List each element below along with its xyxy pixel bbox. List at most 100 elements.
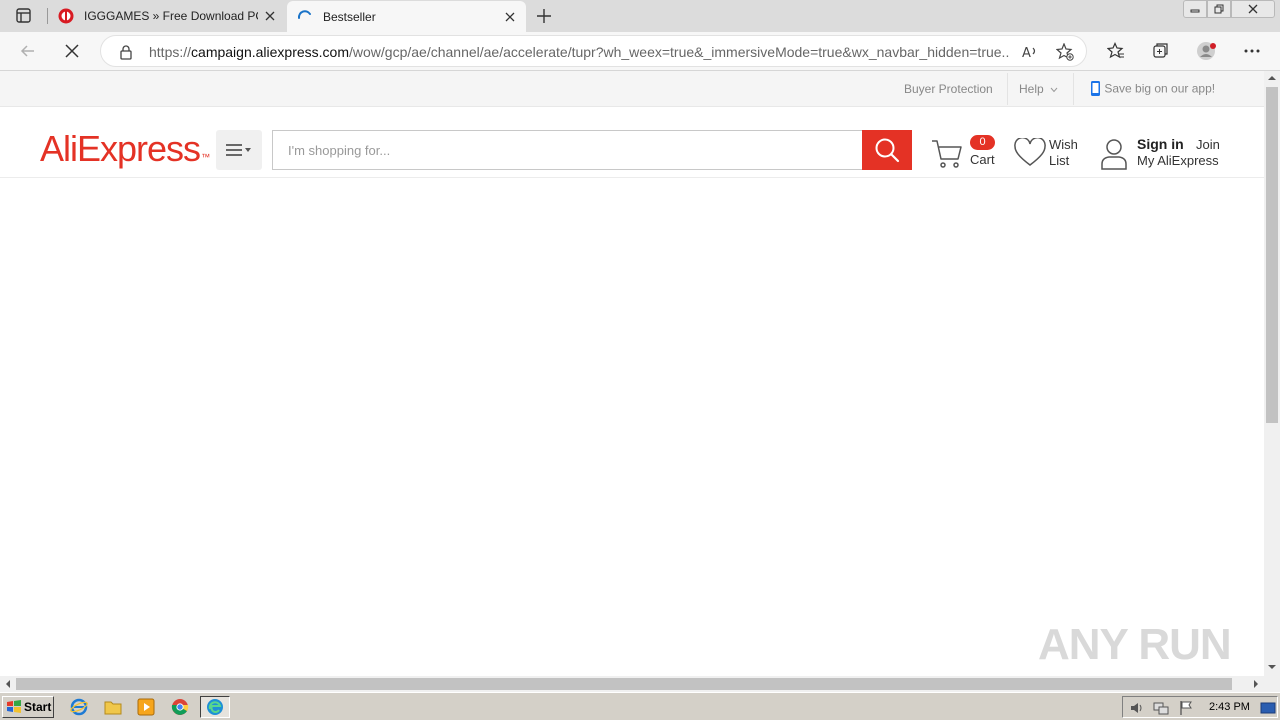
page-viewport: Buyer Protection Help Save big on our ap…: [0, 71, 1264, 676]
cart-label: Cart: [970, 152, 995, 167]
start-button[interactable]: Start: [2, 696, 54, 718]
minimize-icon: [1190, 9, 1200, 13]
tab-close-icon[interactable]: [498, 5, 522, 29]
loading-spinner-icon: [297, 9, 311, 19]
chevron-down-icon: [1050, 87, 1058, 93]
collections-button[interactable]: [1145, 37, 1175, 65]
tab-title: IGGGAMES » Free Download PC G: [84, 9, 258, 23]
minimize-button[interactable]: [1183, 0, 1207, 18]
cart-button[interactable]: 0 Cart: [930, 133, 1000, 173]
edge-icon: [207, 699, 223, 715]
close-icon: [65, 44, 79, 58]
windows-logo-icon: [7, 700, 21, 713]
network-icon[interactable]: [1153, 700, 1169, 716]
scroll-left-icon[interactable]: [1, 676, 15, 692]
logo-text: AliExpress: [40, 128, 201, 169]
cart-count-badge: 0: [970, 135, 995, 150]
read-aloud-icon[interactable]: A: [1020, 42, 1040, 62]
horizontal-scroll-thumb[interactable]: [16, 678, 1232, 690]
stop-loading-button[interactable]: [57, 37, 87, 65]
aliexpress-logo[interactable]: AliExpress™: [40, 128, 210, 169]
heart-icon: [1014, 138, 1046, 166]
tab-actions-button[interactable]: [8, 6, 38, 26]
volume-icon[interactable]: [1129, 700, 1145, 716]
scroll-right-icon[interactable]: [1249, 676, 1263, 692]
media-player-icon[interactable]: [137, 698, 155, 716]
start-label: Start: [24, 700, 52, 714]
sign-in-link[interactable]: Sign in: [1137, 136, 1184, 152]
browser-tab-strip: IGGGAMES » Free Download PC G Bestseller: [0, 0, 1280, 32]
anyrun-watermark: ANY RUN: [1038, 609, 1238, 673]
app-promo-label: Save big on our app!: [1104, 81, 1216, 96]
trademark-mark: ™: [201, 152, 210, 162]
flag-icon[interactable]: [1178, 700, 1194, 716]
tab-bestseller[interactable]: Bestseller: [287, 1, 526, 32]
favorites-star-icon: [1107, 42, 1124, 59]
phone-icon: [1091, 81, 1100, 96]
restore-icon: [1214, 4, 1224, 14]
user-icon: [1101, 139, 1127, 170]
lock-icon[interactable]: [116, 42, 136, 62]
tab-actions-icon: [16, 8, 31, 23]
more-horizontal-icon: [1244, 49, 1260, 53]
tab-igggames[interactable]: IGGGAMES » Free Download PC G: [48, 0, 286, 32]
system-tray: 2:43 PM: [1122, 696, 1278, 718]
url-prefix: https://: [149, 44, 192, 60]
scroll-up-icon[interactable]: [1264, 71, 1280, 85]
scroll-down-icon[interactable]: [1264, 660, 1280, 674]
back-button[interactable]: [13, 37, 43, 65]
close-icon: [1248, 4, 1258, 14]
search-button[interactable]: [862, 130, 912, 170]
hamburger-menu-icon: [226, 144, 251, 156]
search-icon: [875, 138, 900, 163]
plus-icon: [537, 9, 551, 23]
address-bar[interactable]: https://campaign.aliexpress.com/wow/gcp/…: [100, 35, 1087, 67]
close-window-button[interactable]: [1231, 0, 1275, 18]
scrollbar-corner: [1264, 676, 1280, 692]
browser-toolbar: https://campaign.aliexpress.com/wow/gcp/…: [0, 32, 1280, 71]
clock: 2:43 PM: [1209, 701, 1250, 713]
internet-explorer-icon[interactable]: [70, 698, 88, 716]
search-input[interactable]: I'm shopping for...: [272, 130, 863, 170]
new-tab-button[interactable]: [532, 4, 556, 28]
wish-list-button[interactable]: Wish List: [1014, 133, 1094, 173]
watermark-text: ANY RUN: [1038, 620, 1231, 669]
url-path: /wow/gcp/ae/channel/ae/accelerate/tupr?w…: [349, 44, 1009, 60]
arrow-left-icon: [20, 45, 34, 57]
restore-button[interactable]: [1207, 0, 1231, 18]
help-label: Help: [1019, 82, 1044, 96]
favorites-button[interactable]: [1101, 37, 1131, 65]
divider: [1073, 73, 1074, 105]
wish-list-label: Wish List: [1049, 137, 1078, 168]
collections-icon: [1153, 43, 1168, 58]
show-desktop-icon[interactable]: [1260, 701, 1276, 715]
file-explorer-icon[interactable]: [104, 698, 122, 716]
shopping-cart-icon: [932, 140, 962, 168]
app-promo-link[interactable]: Save big on our app!: [1090, 80, 1215, 97]
windows-taskbar: Start 2:43 PM: [0, 692, 1280, 720]
join-link[interactable]: Join: [1196, 137, 1220, 152]
site-top-bar: Buyer Protection Help Save big on our ap…: [0, 71, 1264, 107]
chrome-icon[interactable]: [171, 698, 189, 716]
help-menu[interactable]: Help: [1019, 82, 1058, 96]
my-aliexpress-link[interactable]: My AliExpress: [1137, 153, 1219, 168]
vertical-scroll-thumb[interactable]: [1266, 87, 1278, 423]
url-text: https://campaign.aliexpress.com/wow/gcp/…: [149, 44, 1009, 60]
add-favorite-icon[interactable]: [1055, 42, 1075, 62]
url-host: campaign.aliexpress.com: [191, 44, 349, 60]
avatar-icon: [1197, 42, 1216, 60]
tab-title: Bestseller: [323, 9, 376, 24]
buyer-protection-link[interactable]: Buyer Protection: [904, 82, 993, 96]
vertical-scrollbar[interactable]: [1264, 71, 1280, 676]
profile-button[interactable]: [1192, 37, 1222, 65]
search-placeholder: I'm shopping for...: [288, 143, 391, 158]
tab-close-icon[interactable]: [258, 4, 282, 28]
igggames-favicon-icon: [58, 8, 74, 24]
account-menu[interactable]: Sign in Join My AliExpress: [1100, 133, 1240, 173]
site-header: AliExpress™ I'm shopping for... 0 Cart W…: [0, 107, 1264, 178]
categories-menu-button[interactable]: [216, 130, 262, 170]
horizontal-scrollbar[interactable]: [0, 676, 1264, 692]
svg-text:A: A: [1022, 46, 1031, 60]
settings-menu-button[interactable]: [1237, 37, 1267, 65]
edge-taskbar-button[interactable]: [200, 696, 230, 718]
